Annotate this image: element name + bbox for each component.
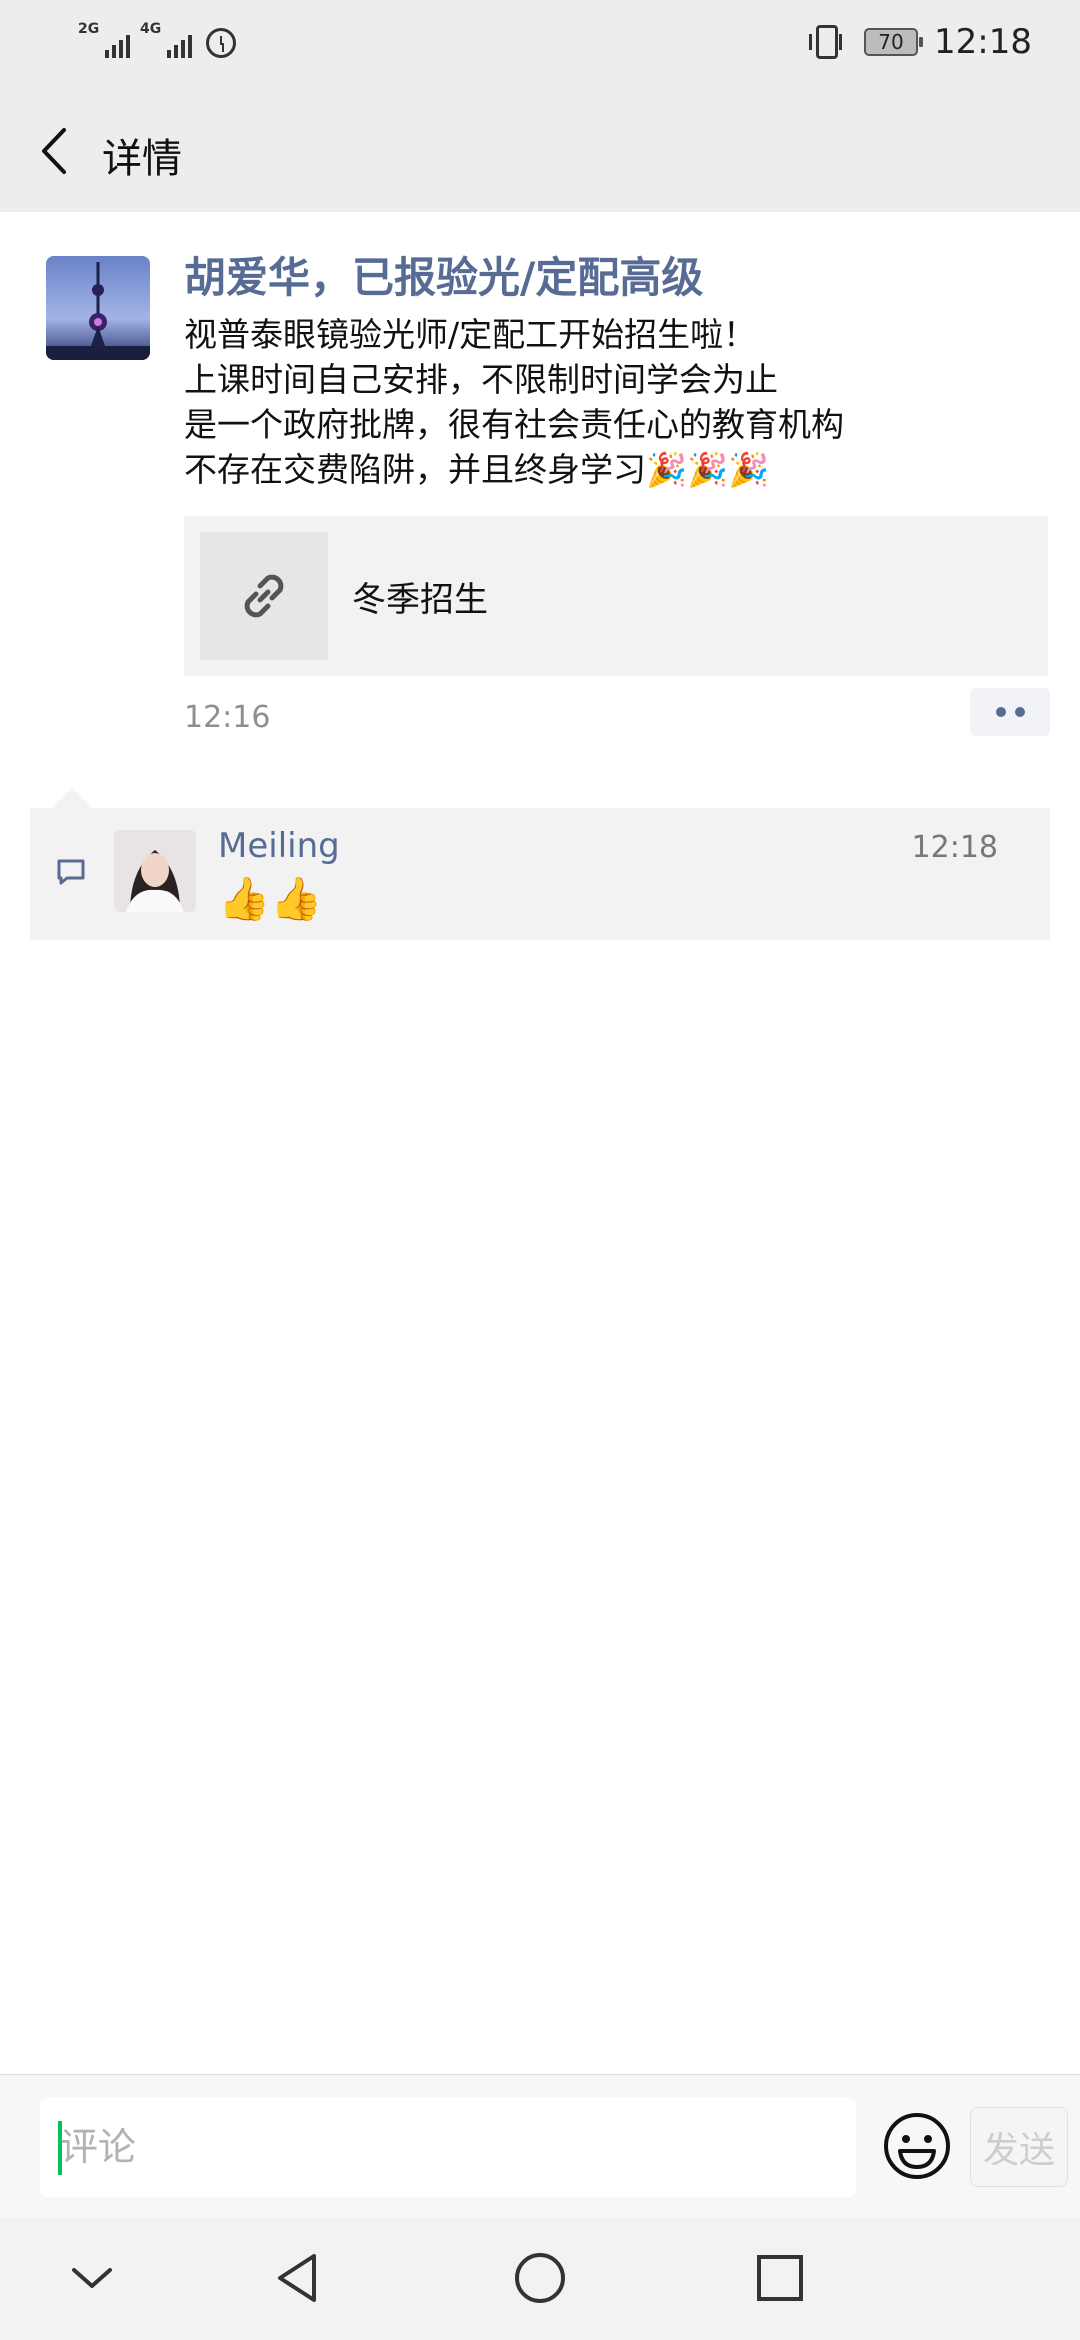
more-icon (995, 707, 1006, 717)
status-time: 12:18 (934, 22, 1032, 62)
send-button[interactable]: 发送 (970, 2107, 1068, 2187)
status-left: 2G 4G (78, 22, 236, 62)
page-title: 详情 (102, 136, 182, 182)
system-nav-bar (0, 2218, 1080, 2340)
chevron-down-icon[interactable] (60, 2246, 124, 2310)
more-icon-dot (1014, 707, 1025, 717)
status-right: 70 12:18 (809, 22, 1032, 62)
comment-text: 👍👍 (218, 874, 323, 923)
recents-square-icon[interactable] (748, 2246, 812, 2310)
commenter-name[interactable]: Meiling (218, 826, 340, 866)
signal-2g-label: 2G (78, 21, 100, 37)
commenter-avatar[interactable] (114, 830, 196, 912)
back-button[interactable] (30, 124, 80, 178)
author-avatar[interactable] (46, 256, 150, 360)
signal-4g-icon: 4G (140, 22, 192, 62)
status-bar: 2G 4G 70 12:18 (0, 0, 1080, 90)
comment-time: 12:18 (911, 830, 998, 865)
commenter-photo (114, 830, 196, 912)
post-time: 12:16 (184, 700, 271, 735)
comment-input-box[interactable] (40, 2097, 856, 2197)
nav-bar: 详情 (0, 90, 1080, 212)
link-title: 冬季招生 (352, 580, 488, 620)
tower-image (46, 256, 150, 360)
signal-4g-label: 4G (140, 21, 162, 37)
more-button[interactable] (970, 688, 1050, 736)
comment-icon (57, 859, 85, 885)
link-card[interactable]: 冬季招生 (184, 516, 1048, 676)
link-thumbnail (200, 532, 328, 660)
comment-input[interactable] (60, 2097, 840, 2197)
back-icon (42, 128, 66, 174)
link-icon (244, 574, 284, 618)
post-author[interactable]: 胡爱华，已报验光/定配高级 (184, 244, 703, 305)
home-circle-icon[interactable] (508, 2246, 572, 2310)
comment-input-bar: 发送 (0, 2074, 1080, 2219)
back-triangle-icon[interactable] (268, 2246, 332, 2310)
signal-2g-icon: 2G (78, 22, 130, 62)
alarm-icon (206, 28, 236, 58)
emoji-icon[interactable] (882, 2111, 952, 2181)
battery-icon: 70 (864, 28, 924, 56)
battery-level: 70 (878, 30, 904, 54)
vibrate-icon (809, 25, 843, 59)
comments-panel: Meiling 12:18 👍👍 (30, 788, 1050, 940)
post-text: 视普泰眼镜验光师/定配工开始招生啦！ 上课时间自己安排，不限制时间学会为止 是一… (184, 315, 844, 489)
